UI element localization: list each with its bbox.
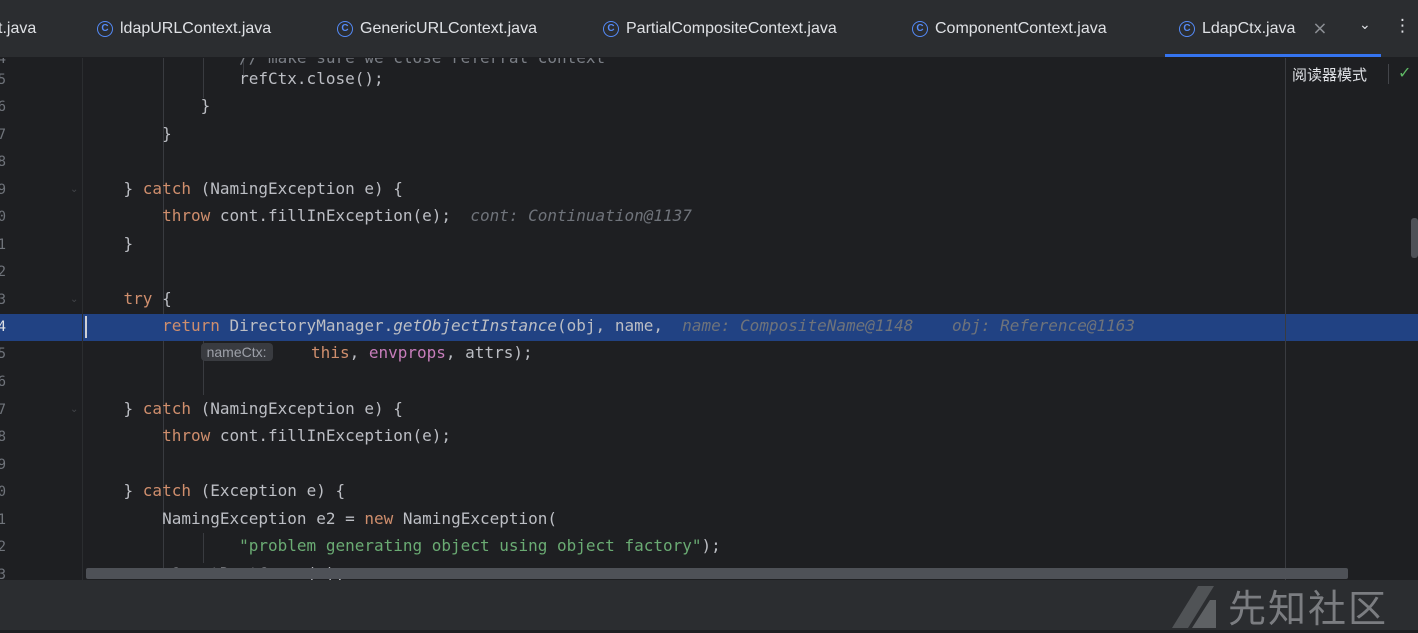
- line-number: 1: [0, 237, 6, 253]
- java-class-icon: C: [603, 20, 619, 37]
- line-number: 5: [0, 346, 6, 362]
- inlay-hint: obj: Reference@1163: [951, 316, 1135, 335]
- line-number: 9: [0, 457, 6, 473]
- line-number: 7: [0, 402, 6, 418]
- code-line: 5 refCtx.close();: [0, 67, 1418, 94]
- code-text: NamingException e2 = new NamingException…: [162, 509, 558, 528]
- tab-label: GenericURLContext.java: [360, 19, 537, 37]
- fold-icon[interactable]: ⌄: [70, 405, 78, 415]
- line-number: 4: [0, 58, 6, 67]
- parameter-hint-badge: nameCtx:: [200, 343, 273, 361]
- toolbar-separator: [1388, 64, 1389, 84]
- editor-tab-bar: t.java C ldapURLContext.java C GenericUR…: [0, 0, 1418, 58]
- code-text: }: [200, 96, 211, 115]
- code-line: 9 ⌄ } catch (NamingException e) {: [0, 177, 1418, 204]
- tab-partialcompositecontext-java[interactable]: C PartialCompositeContext.java: [603, 0, 837, 57]
- tab-label: ComponentContext.java: [935, 19, 1107, 37]
- code-line: 2: [0, 259, 1418, 286]
- code-line: 8: [0, 149, 1418, 176]
- code-line: 9: [0, 452, 1418, 479]
- code-text: refCtx.close();: [239, 69, 384, 88]
- line-number: 5: [0, 72, 6, 88]
- code-text: try {: [123, 289, 172, 308]
- tab-genericurlcontext-java[interactable]: C GenericURLContext.java: [337, 0, 537, 57]
- line-number: 6: [0, 99, 6, 115]
- code-text: } catch (Exception e) {: [123, 481, 346, 500]
- code-line: 1 NamingException e2 = new NamingExcepti…: [0, 507, 1418, 534]
- code-line: 3 ⌄ try {: [0, 287, 1418, 314]
- line-number: 0: [0, 209, 6, 225]
- code-line: 2 "problem generating object using objec…: [0, 534, 1418, 561]
- code-line: 7 }: [0, 122, 1418, 149]
- fold-icon[interactable]: ⌄: [70, 185, 78, 195]
- line-number: 2: [0, 539, 6, 555]
- tab-componentcontext-java[interactable]: C ComponentContext.java: [912, 0, 1107, 57]
- code-text: nameCtx: this, envprops, attrs);: [85, 343, 533, 362]
- xianzhi-logo-icon: [1172, 585, 1216, 628]
- reader-mode-button[interactable]: 阅读器模式: [1290, 64, 1370, 85]
- code-text: return DirectoryManager.getObjectInstanc…: [162, 316, 1135, 335]
- code-text: throw cont.fillInException(e);: [162, 426, 452, 445]
- java-class-icon: C: [97, 20, 113, 37]
- tab-ldapurlcontext-java[interactable]: C ldapURLContext.java: [97, 0, 271, 57]
- code-line: 0 throw cont.fillInException(e); cont: C…: [0, 204, 1418, 231]
- line-number: 8: [0, 154, 6, 170]
- line-number: 6: [0, 374, 6, 390]
- close-icon[interactable]: ×: [1312, 18, 1327, 39]
- chevron-down-icon[interactable]: ⌄: [1359, 17, 1371, 33]
- check-icon[interactable]: ✓: [1398, 63, 1411, 82]
- tab-label: ldapURLContext.java: [120, 19, 272, 37]
- current-execution-line: 4 return DirectoryManager.getObjectInsta…: [0, 314, 1418, 341]
- code-text: "problem generating object using object …: [239, 536, 721, 555]
- java-class-icon: C: [1179, 20, 1195, 37]
- java-class-icon: C: [912, 20, 928, 37]
- code-text: // make sure we close referral context: [85, 58, 605, 67]
- tab-label: t.java: [0, 19, 37, 37]
- code-line: 1 }: [0, 232, 1418, 259]
- code-text: } catch (NamingException e) {: [123, 399, 403, 418]
- watermark: 先知社区: [1168, 578, 1388, 633]
- code-line: 7 ⌄ } catch (NamingException e) {: [0, 397, 1418, 424]
- java-class-icon: C: [337, 20, 353, 37]
- watermark-text: 先知社区: [1228, 587, 1389, 631]
- inlay-hint: cont: Continuation@1137: [470, 206, 692, 225]
- tab-label: PartialCompositeContext.java: [626, 19, 837, 37]
- tab-label: LdapCtx.java: [1202, 19, 1296, 37]
- code-text: throw cont.fillInException(e); cont: Con…: [162, 206, 692, 225]
- code-editor[interactable]: 4 // make sure we close referral context…: [0, 58, 1418, 580]
- code-line: 8 throw cont.fillInException(e);: [0, 424, 1418, 451]
- line-number: 1: [0, 512, 6, 528]
- gutter-separator: [82, 58, 83, 580]
- right-margin-guide: [1285, 58, 1286, 580]
- code-text: }: [162, 124, 172, 143]
- line-number: 0: [0, 484, 6, 500]
- fold-icon[interactable]: ⌄: [70, 295, 78, 305]
- line-number: 8: [0, 429, 6, 445]
- line-number: 3: [0, 292, 6, 308]
- line-number: 3: [0, 567, 6, 580]
- line-number: 7: [0, 127, 6, 143]
- line-number: 2: [0, 264, 6, 280]
- more-vertical-icon[interactable]: ⋮: [1394, 16, 1411, 36]
- code-line: 6 }: [0, 94, 1418, 121]
- code-line: 5 nameCtx: this, envprops, attrs);: [0, 341, 1418, 368]
- line-number: 9: [0, 182, 6, 198]
- tab-t-java[interactable]: t.java: [0, 0, 36, 57]
- vertical-scrollbar-thumb[interactable]: [1411, 218, 1418, 258]
- line-number: 4: [0, 319, 6, 335]
- tab-ldapctx-java[interactable]: C LdapCtx.java ×: [1164, 0, 1383, 57]
- code-line: 0 } catch (Exception e) {: [0, 479, 1418, 506]
- code-text: }: [123, 234, 134, 253]
- inlay-hint: name: CompositeName@1148: [682, 316, 914, 335]
- horizontal-scrollbar[interactable]: [86, 568, 1348, 579]
- code-line: 6: [0, 369, 1418, 396]
- code-text: } catch (NamingException e) {: [123, 179, 403, 198]
